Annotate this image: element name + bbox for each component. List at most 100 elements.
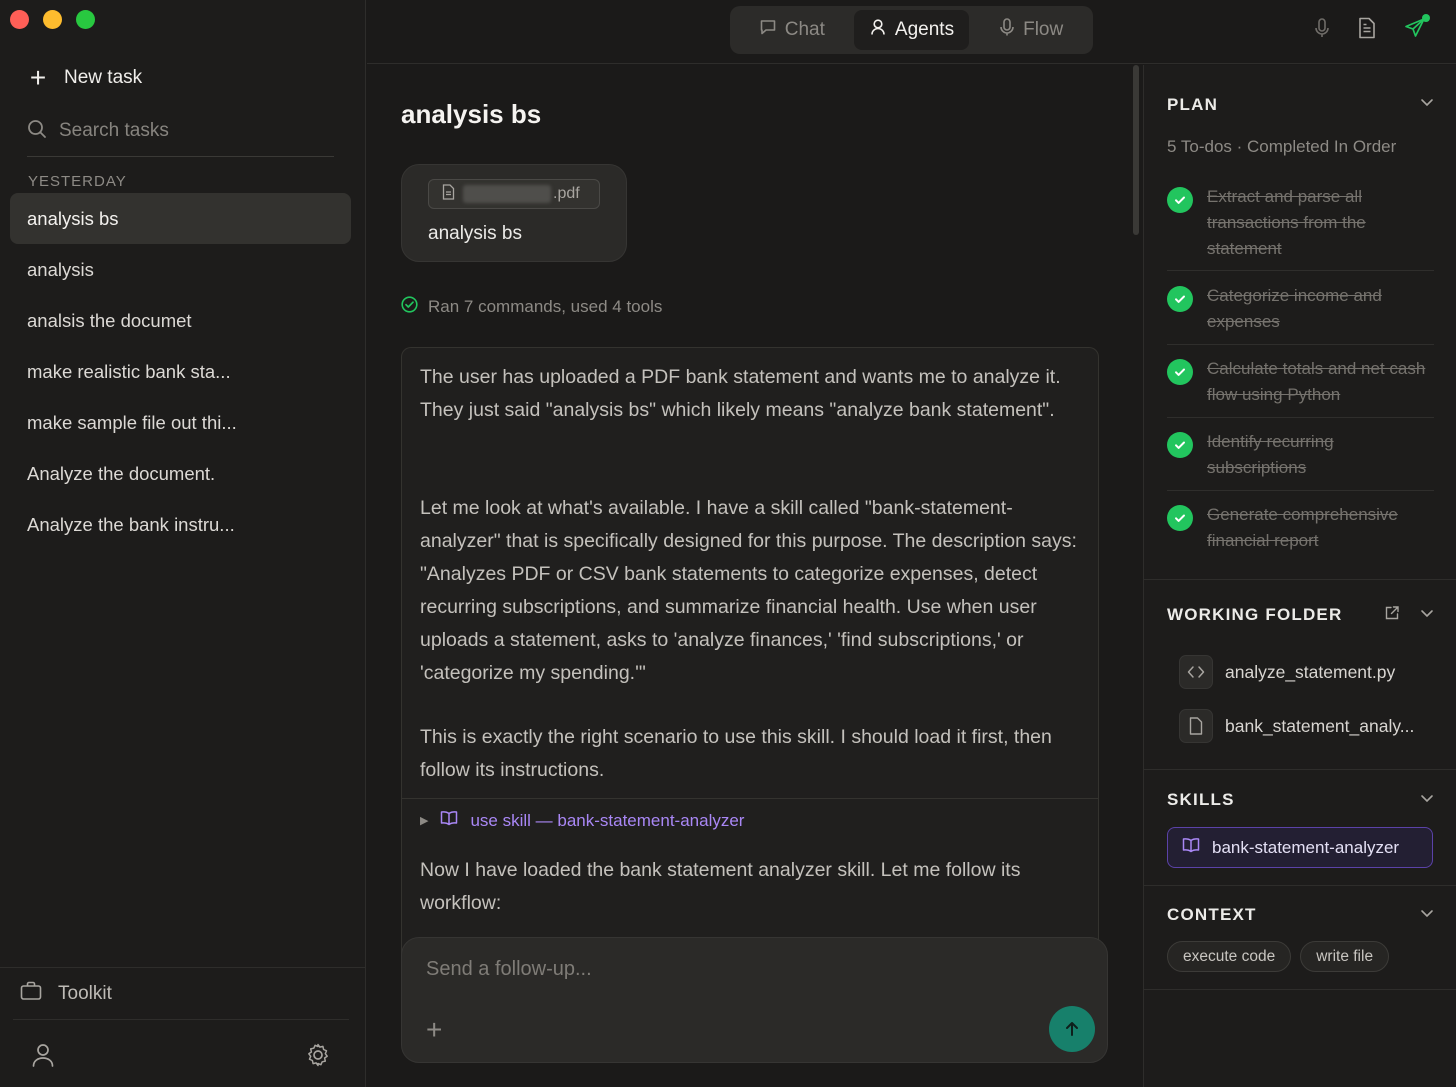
- tab-label: Chat: [784, 19, 825, 40]
- todo-text: Generate comprehensive financial report: [1207, 505, 1398, 550]
- context-chips: execute code write file: [1167, 941, 1390, 972]
- message-text: analysis bs: [428, 223, 522, 244]
- file-name: analyze_statement.py: [1225, 661, 1396, 682]
- document-icon[interactable]: [1358, 17, 1376, 44]
- todo-item: Calculate totals and net cash flow using…: [1167, 355, 1434, 418]
- tab-agents[interactable]: Agents: [853, 10, 970, 50]
- task-item[interactable]: make realistic bank sta...: [10, 346, 351, 397]
- context-chip[interactable]: execute code: [1167, 941, 1292, 972]
- send-plane-icon[interactable]: [1404, 14, 1430, 44]
- working-folder-heading: WORKING FOLDER: [1167, 605, 1343, 624]
- chevron-down-icon[interactable]: [1420, 606, 1434, 625]
- check-icon: [1167, 359, 1193, 385]
- composer: +: [401, 937, 1108, 1063]
- mode-switcher: Chat Agents Flow: [730, 6, 1093, 54]
- task-item[interactable]: analysis bs: [10, 193, 351, 244]
- arrow-up-icon: [1066, 1022, 1078, 1036]
- task-item[interactable]: Analyze the bank instru...: [10, 499, 351, 550]
- reasoning-paragraph: This is exactly the right scenario to us…: [420, 726, 1052, 781]
- search-icon: [27, 119, 47, 144]
- todo-item: Extract and parse all transactions from …: [1167, 183, 1434, 271]
- section-label-yesterday: YESTERDAY: [28, 173, 127, 190]
- chevron-down-icon[interactable]: [1420, 791, 1434, 810]
- reasoning-paragraph: The user has uploaded a PDF bank stateme…: [420, 366, 1061, 421]
- user-icon[interactable]: [31, 1042, 55, 1073]
- file-icon: [442, 183, 455, 205]
- check-circle-icon: [401, 296, 418, 318]
- toolkit-label: Toolkit: [58, 982, 112, 1004]
- microphone-icon[interactable]: [1314, 18, 1330, 43]
- chat-bubble-icon: [759, 18, 777, 42]
- reasoning-paragraph: Now I have loaded the bank statement ana…: [420, 859, 1021, 914]
- send-button[interactable]: [1049, 1006, 1095, 1052]
- attachment-chip[interactable]: .pdf: [428, 179, 600, 209]
- tab-flow[interactable]: Flow: [973, 10, 1089, 50]
- tab-label: Agents: [894, 19, 955, 40]
- chevron-down-icon[interactable]: [1420, 906, 1434, 925]
- skill-call-label: use skill — bank-statement-analyzer: [470, 810, 745, 830]
- new-task-button[interactable]: + New task: [28, 64, 142, 92]
- file-name: bank_statement_analy...: [1225, 715, 1415, 736]
- minimize-window-button[interactable]: [43, 10, 62, 29]
- new-task-label: New task: [64, 67, 143, 88]
- task-item[interactable]: Analyze the document.: [10, 448, 351, 499]
- file-icon: [1179, 709, 1213, 743]
- plan-heading: PLAN: [1167, 95, 1219, 114]
- sidebar: + New task YESTERDAY analysis bs analysi…: [0, 0, 366, 1087]
- todo-item: Identify recurring subscriptions: [1167, 428, 1434, 491]
- reasoning-block: The user has uploaded a PDF bank stateme…: [401, 347, 1099, 987]
- divider: [1144, 769, 1456, 770]
- context-chip[interactable]: write file: [1300, 941, 1390, 972]
- divider: [402, 798, 1098, 799]
- tool-usage-summary[interactable]: Ran 7 commands, used 4 tools: [401, 296, 662, 318]
- external-link-icon[interactable]: [1384, 605, 1400, 626]
- search-tasks: [27, 112, 334, 157]
- skill-call-toggle[interactable]: ▶ use skill — bank-statement-analyzer: [420, 810, 744, 831]
- code-icon: [1179, 655, 1213, 689]
- gear-icon[interactable]: [305, 1042, 331, 1073]
- task-item[interactable]: analsis the documet: [10, 295, 351, 346]
- folder-file-item[interactable]: bank_statement_analy...: [1179, 709, 1414, 743]
- divider: [1144, 579, 1456, 580]
- redacted-filename: [463, 185, 551, 203]
- conversation-panel: analysis bs .pdf analysis bs Ran 7 comma…: [367, 65, 1143, 1087]
- todo-item: Categorize income and expenses: [1167, 282, 1434, 345]
- right-panel: PLAN 5 To-dos · Completed In Order Extra…: [1143, 65, 1456, 1087]
- top-bar: Chat Agents Flow: [367, 0, 1456, 64]
- microphone-icon: [999, 18, 1015, 42]
- folder-file-item[interactable]: analyze_statement.py: [1179, 655, 1395, 689]
- task-item[interactable]: make sample file out thi...: [10, 397, 351, 448]
- expand-triangle-icon: ▶: [420, 815, 429, 827]
- status-dot: [1422, 14, 1430, 22]
- tab-label: Flow: [1023, 19, 1064, 40]
- todo-text: Calculate totals and net cash flow using…: [1207, 359, 1426, 404]
- search-input[interactable]: [59, 120, 319, 142]
- check-icon: [1167, 286, 1193, 312]
- tool-usage-text: Ran 7 commands, used 4 tools: [428, 297, 663, 316]
- follow-up-input[interactable]: [426, 958, 1026, 981]
- chevron-down-icon[interactable]: [1420, 95, 1434, 114]
- top-actions: [1314, 14, 1430, 44]
- check-icon: [1167, 505, 1193, 531]
- task-list: analysis bs analysis analsis the documet…: [10, 193, 351, 550]
- book-icon: [1182, 837, 1200, 858]
- window-controls: [10, 10, 95, 29]
- todo-text: Categorize income and expenses: [1207, 286, 1382, 331]
- reasoning-paragraph: Let me look at what's available. I have …: [420, 497, 1077, 684]
- scrollbar[interactable]: [1133, 65, 1139, 235]
- user-message-card: .pdf analysis bs: [401, 164, 627, 262]
- briefcase-icon: [20, 981, 42, 1007]
- toolkit-button[interactable]: Toolkit: [0, 967, 366, 1019]
- book-icon: [440, 810, 458, 831]
- close-window-button[interactable]: [10, 10, 29, 29]
- plus-icon: +: [29, 62, 47, 93]
- plan-subtitle: 5 To-dos · Completed In Order: [1167, 137, 1397, 156]
- file-extension: .pdf: [553, 185, 580, 202]
- skill-chip[interactable]: bank-statement-analyzer: [1167, 827, 1433, 868]
- page-title: analysis bs: [401, 99, 542, 129]
- maximize-window-button[interactable]: [76, 10, 95, 29]
- tab-chat[interactable]: Chat: [734, 10, 850, 50]
- add-attachment-icon[interactable]: +: [426, 1014, 442, 1046]
- task-item[interactable]: analysis: [10, 244, 351, 295]
- divider: [1144, 885, 1456, 886]
